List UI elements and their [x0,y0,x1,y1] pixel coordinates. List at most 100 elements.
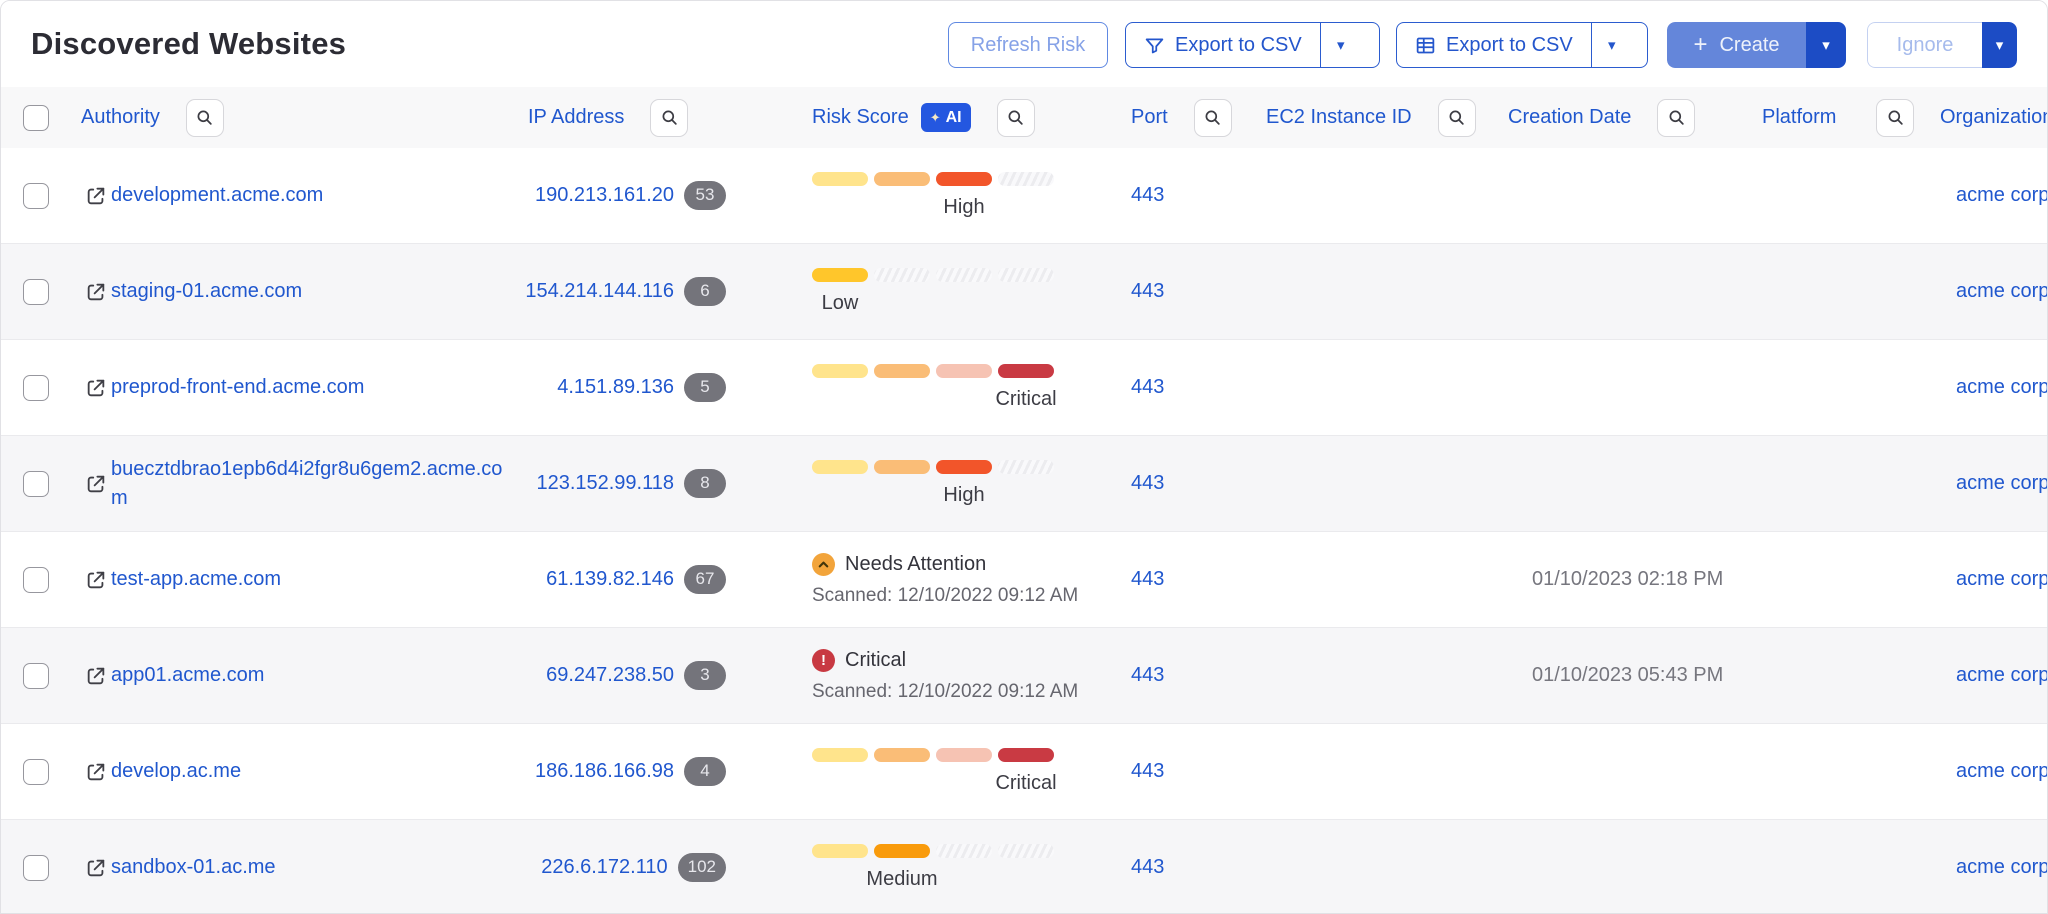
row-checkbox[interactable] [23,471,49,497]
organization-link[interactable]: acme corp [1956,376,2048,399]
organization-link[interactable]: acme corp [1956,280,2048,303]
risk-segment-orange_muted [874,460,930,474]
ip-address-link[interactable]: 226.6.172.110 [541,856,667,879]
export-csv-filtered-dropdown[interactable]: ▾ [1320,23,1361,67]
ip-address-link[interactable]: 190.213.161.20 [535,184,674,207]
organization-link[interactable]: acme corp [1956,664,2048,687]
authority-link[interactable]: app01.acme.com [111,661,264,690]
issue-count-badge: 5 [684,373,726,401]
authority-link[interactable]: preprod-front-end.acme.com [111,373,364,402]
risk-meter: High [812,172,1054,220]
export-csv-all-dropdown[interactable]: ▾ [1591,23,1632,67]
issue-count-badge: 8 [684,469,726,497]
ip-address-link[interactable]: 69.247.238.50 [546,664,674,687]
create-dropdown[interactable]: ▾ [1806,22,1846,68]
ec2-instance-id-search-button[interactable] [1438,99,1476,137]
risk-segment-empty [936,268,992,282]
column-header-risk-score[interactable]: Risk Score [812,106,909,129]
organization-link[interactable]: acme corp [1956,472,2048,495]
issue-count-badge: 6 [684,277,726,305]
row-checkbox[interactable] [23,567,49,593]
row-checkbox[interactable] [23,663,49,689]
column-header-ec2-instance-id[interactable]: EC2 Instance ID [1266,106,1412,129]
row-checkbox[interactable] [23,375,49,401]
port-link[interactable]: 443 [1131,472,1164,495]
column-header-ip-address[interactable]: IP Address [528,106,624,129]
table-row: test-app.acme.com 61.139.82.146 67 Needs… [1,532,2047,628]
column-header-organization[interactable]: Organization [1940,106,2048,129]
column-header-platform[interactable]: Platform [1762,106,1836,129]
risk-meter: High [812,460,1054,508]
port-search-button[interactable] [1194,99,1232,137]
risk-segment-yellow_muted [812,460,868,474]
external-link-icon[interactable] [85,761,107,783]
authority-link[interactable]: staging-01.acme.com [111,277,302,306]
external-link-icon[interactable] [85,665,107,687]
table-body: development.acme.com 190.213.161.20 53 H… [1,148,2047,914]
scanned-timestamp: Scanned: 12/10/2022 09:12 AM [812,681,1078,703]
ignore-button[interactable]: Ignore ▾ [1867,22,2017,68]
authority-search-button[interactable] [186,99,224,137]
authority-link[interactable]: sandbox-01.ac.me [111,853,276,882]
external-link-icon[interactable] [85,281,107,303]
authority-link[interactable]: test-app.acme.com [111,565,281,594]
export-csv-filtered-main[interactable]: Export to CSV [1126,23,1320,67]
external-link-icon[interactable] [85,377,107,399]
ip-address-link[interactable]: 61.139.82.146 [546,568,674,591]
column-header-port[interactable]: Port [1131,106,1168,129]
external-link-icon[interactable] [85,185,107,207]
column-header-authority[interactable]: Authority [81,106,160,129]
risk-segment-yellow_muted [812,172,868,186]
port-link[interactable]: 443 [1131,376,1164,399]
table-row: staging-01.acme.com 154.214.144.116 6 Lo… [1,244,2047,340]
ip-address-link[interactable]: 123.152.99.118 [536,472,674,495]
row-checkbox[interactable] [23,855,49,881]
ip-address-link[interactable]: 154.214.144.116 [525,280,674,303]
creation-date-value: 01/10/2023 05:43 PM [1532,664,1723,687]
row-checkbox[interactable] [23,279,49,305]
organization-link[interactable]: acme corp [1956,856,2048,879]
ip-address-link[interactable]: 4.151.89.136 [557,376,674,399]
refresh-risk-button[interactable]: Refresh Risk [948,22,1108,68]
port-link[interactable]: 443 [1131,664,1164,687]
risk-segment-pink_muted [936,364,992,378]
port-link[interactable]: 443 [1131,568,1164,591]
risk-score-cell: Critical [812,340,1082,435]
table-row: sandbox-01.ac.me 226.6.172.110 102 Mediu… [1,820,2047,914]
organization-link[interactable]: acme corp [1956,568,2048,591]
select-all-checkbox[interactable] [23,105,49,131]
external-link-icon[interactable] [85,569,107,591]
ip-address-link[interactable]: 186.186.166.98 [535,760,674,783]
platform-search-button[interactable] [1876,99,1914,137]
port-link[interactable]: 443 [1131,760,1164,783]
row-checkbox[interactable] [23,183,49,209]
organization-link[interactable]: acme corp [1956,184,2048,207]
discovered-websites-panel: Discovered Websites Refresh Risk Export … [0,0,2048,914]
export-csv-all-button[interactable]: Export to CSV ▾ [1396,22,1648,68]
port-link[interactable]: 443 [1131,184,1164,207]
creation-date-search-button[interactable] [1657,99,1695,137]
risk-segment-orange_active [936,172,992,186]
caret-down-icon: ▾ [1608,38,1616,53]
create-button[interactable]: + Create ▾ [1667,22,1850,68]
export-csv-all-main[interactable]: Export to CSV [1397,23,1591,67]
export-csv-filtered-button[interactable]: Export to CSV ▾ [1125,22,1380,68]
authority-link[interactable]: develop.ac.me [111,757,241,786]
table-header: Authority IP Address Risk Score ✦ AI Por… [1,87,2047,149]
port-link[interactable]: 443 [1131,856,1164,879]
authority-link[interactable]: development.acme.com [111,181,323,210]
create-main[interactable]: + Create [1667,22,1806,68]
ignore-dropdown[interactable]: ▾ [1982,22,2017,68]
port-link[interactable]: 443 [1131,280,1164,303]
ignore-main[interactable]: Ignore [1867,22,1982,68]
organization-link[interactable]: acme corp [1956,760,2048,783]
risk-level-label: Low [822,292,859,315]
risk-segment-pink_muted [936,748,992,762]
ip-address-search-button[interactable] [650,99,688,137]
risk-segment-empty [998,844,1054,858]
column-header-creation-date[interactable]: Creation Date [1508,106,1631,129]
external-link-icon[interactable] [85,473,107,495]
external-link-icon[interactable] [85,857,107,879]
row-checkbox[interactable] [23,759,49,785]
risk-score-search-button[interactable] [997,99,1035,137]
